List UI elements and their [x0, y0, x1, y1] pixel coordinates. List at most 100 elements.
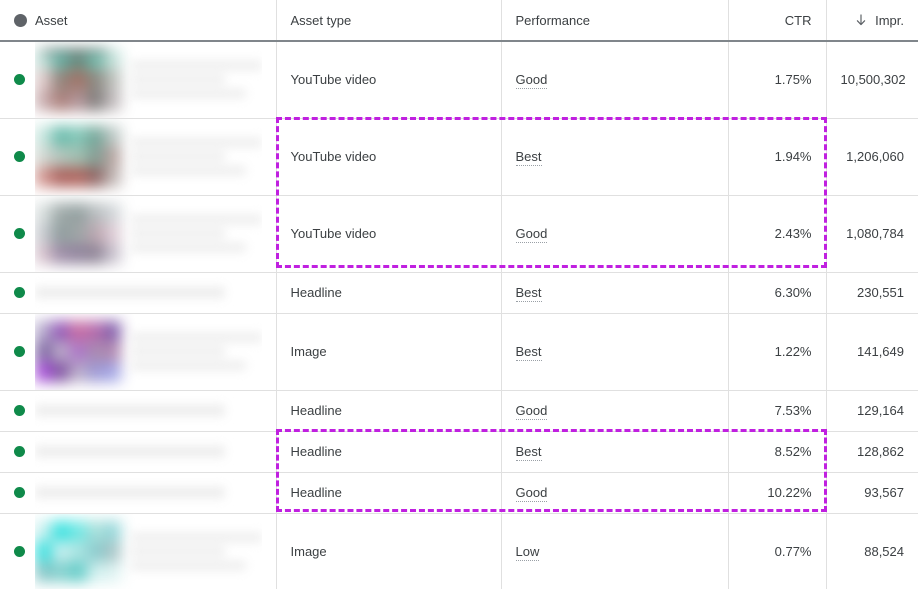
performance-value[interactable]: Good	[516, 485, 548, 502]
cell-asset-type: YouTube video	[276, 41, 501, 118]
status-dot-icon	[14, 151, 25, 162]
asset-preview	[35, 473, 262, 513]
cell-asset[interactable]	[0, 272, 276, 313]
video-progress-bar	[41, 50, 107, 53]
performance-value[interactable]: Good	[516, 226, 548, 243]
table-row[interactable]: ImageLow0.77%88,524	[0, 513, 918, 589]
cell-asset[interactable]	[0, 472, 276, 513]
asset-name-placeholder	[131, 61, 262, 98]
asset-type-value: Headline	[291, 285, 342, 300]
table-header: Asset Asset type Performance CTR	[0, 0, 918, 41]
performance-value[interactable]: Best	[516, 444, 542, 461]
column-header-performance[interactable]: Performance	[501, 0, 728, 41]
impressions-value: 1,206,060	[846, 149, 904, 164]
asset-type-value: Image	[291, 344, 327, 359]
cell-asset[interactable]	[0, 118, 276, 195]
asset-preview	[35, 432, 262, 472]
status-dot-icon	[14, 228, 25, 239]
cell-ctr: 1.94%	[728, 118, 826, 195]
cell-ctr: 2.43%	[728, 195, 826, 272]
impressions-value: 129,164	[857, 403, 904, 418]
cell-performance: Good	[501, 472, 728, 513]
column-header-asset-label: Asset	[35, 13, 68, 28]
asset-thumbnail	[35, 203, 121, 265]
cell-asset[interactable]	[0, 195, 276, 272]
performance-value[interactable]: Best	[516, 285, 542, 302]
asset-type-value: Image	[291, 544, 327, 559]
cell-ctr: 7.53%	[728, 390, 826, 431]
impressions-value: 230,551	[857, 285, 904, 300]
performance-value[interactable]: Good	[516, 403, 548, 420]
cell-performance: Best	[501, 272, 728, 313]
cell-performance: Best	[501, 313, 728, 390]
ctr-value: 2.43%	[775, 226, 812, 241]
cell-impressions: 88,524	[826, 513, 918, 589]
table-row[interactable]: YouTube videoGood2.43%1,080,784	[0, 195, 918, 272]
cell-performance: Low	[501, 513, 728, 589]
asset-type-value: YouTube video	[291, 149, 377, 164]
asset-thumbnail	[35, 126, 121, 188]
asset-name-placeholder	[131, 533, 262, 570]
cell-performance: Good	[501, 195, 728, 272]
cell-asset-type: YouTube video	[276, 195, 501, 272]
cell-asset[interactable]	[0, 513, 276, 589]
cell-ctr: 10.22%	[728, 472, 826, 513]
cell-impressions: 230,551	[826, 272, 918, 313]
column-header-impressions-label: Impr.	[875, 13, 904, 28]
performance-value[interactable]: Best	[516, 344, 542, 361]
cell-ctr: 8.52%	[728, 431, 826, 472]
asset-preview	[35, 196, 262, 272]
column-header-asset-type-label: Asset type	[291, 13, 352, 28]
table-row[interactable]: Headline Best 6.30% 230,551	[0, 272, 918, 313]
status-dot-icon	[14, 74, 25, 85]
table-row[interactable]: YouTube video Best 1.94% 1,206,060	[0, 118, 918, 195]
table-row[interactable]: Headline Best 8.52% 128,862	[0, 431, 918, 472]
performance-value[interactable]: Good	[516, 72, 548, 89]
table-row[interactable]: YouTube video Good 1.75% 10,500,302	[0, 41, 918, 118]
cell-ctr: 1.22%	[728, 313, 826, 390]
ctr-value: 6.30%	[775, 285, 812, 300]
column-header-ctr[interactable]: CTR	[728, 0, 826, 41]
ctr-value: 1.94%	[775, 149, 812, 164]
cell-asset[interactable]	[0, 431, 276, 472]
status-dot-icon	[14, 487, 25, 498]
asset-type-value: YouTube video	[291, 72, 377, 87]
filled-circle-icon	[14, 14, 27, 27]
performance-value[interactable]: Low	[516, 544, 540, 561]
column-header-ctr-label: CTR	[785, 13, 812, 28]
impressions-value: 10,500,302	[841, 72, 906, 87]
sort-descending-arrow-icon	[855, 14, 867, 27]
cell-impressions: 141,649	[826, 313, 918, 390]
cell-asset[interactable]	[0, 41, 276, 118]
asset-name-placeholder	[35, 487, 225, 498]
asset-type-value: Headline	[291, 403, 342, 418]
asset-preview	[35, 273, 262, 313]
table-row[interactable]: Headline Good 7.53% 129,164	[0, 390, 918, 431]
table-row[interactable]: Image Best 1.22%141,649	[0, 313, 918, 390]
asset-thumbnail	[35, 321, 121, 383]
asset-name-placeholder	[131, 138, 262, 175]
asset-preview	[35, 514, 262, 589]
asset-name-placeholder	[35, 446, 225, 457]
cell-ctr: 1.75%	[728, 41, 826, 118]
table-row[interactable]: Headline Good 10.22% 93,567	[0, 472, 918, 513]
impressions-value: 128,862	[857, 444, 904, 459]
column-header-performance-label: Performance	[516, 13, 590, 28]
cell-asset-type: Headline	[276, 472, 501, 513]
cell-asset[interactable]	[0, 313, 276, 390]
performance-value[interactable]: Best	[516, 149, 542, 166]
asset-thumbnail	[35, 521, 121, 583]
asset-name-placeholder	[131, 215, 262, 252]
cell-asset-type: Image	[276, 513, 501, 589]
column-header-impressions[interactable]: Impr.	[826, 0, 918, 41]
asset-thumbnail	[35, 49, 121, 111]
asset-preview	[35, 314, 262, 390]
asset-type-value: Headline	[291, 444, 342, 459]
cell-asset-type: Image	[276, 313, 501, 390]
column-header-asset[interactable]: Asset	[0, 0, 276, 41]
cell-asset-type: Headline	[276, 390, 501, 431]
column-header-asset-type[interactable]: Asset type	[276, 0, 501, 41]
cell-asset[interactable]	[0, 390, 276, 431]
impressions-value: 93,567	[864, 485, 904, 500]
cell-performance: Best	[501, 118, 728, 195]
